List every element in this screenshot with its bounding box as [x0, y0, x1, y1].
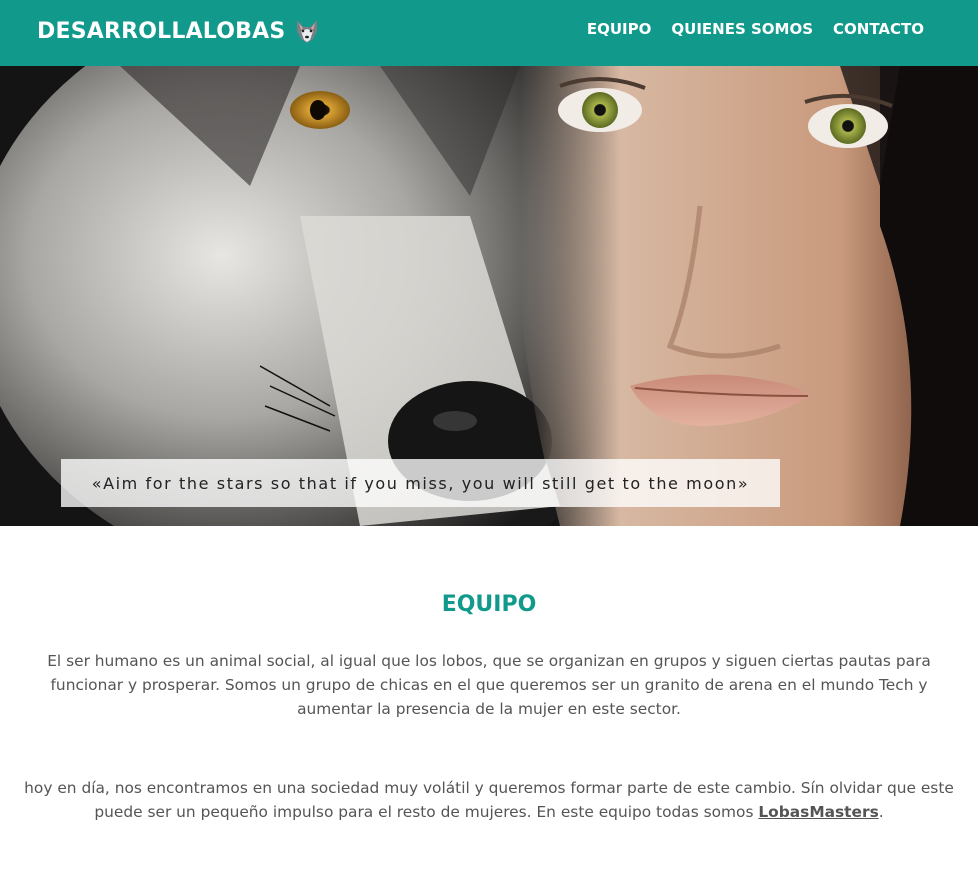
section-title-equipo: EQUIPO — [441, 592, 537, 617]
wolf-icon — [293, 17, 321, 45]
nav-link-equipo[interactable]: EQUIPO — [587, 17, 652, 41]
nav-link-quienes-somos[interactable]: QUIENES SOMOS — [671, 17, 813, 41]
paragraph-2-end: . — [878, 803, 884, 821]
hero-image — [0, 66, 978, 526]
equipo-paragraph-2: hoy en día, nos encontramos en una socie… — [16, 776, 962, 824]
brand-link[interactable]: DESARROLLALOBAS — [37, 13, 321, 49]
navbar: DESARROLLALOBAS EQUIPO QUIENES SOMOS CON… — [0, 0, 978, 66]
lobasmasters-link[interactable]: LobasMasters — [758, 803, 878, 821]
nav-link-contacto[interactable]: CONTACTO — [833, 17, 924, 41]
hero-quote: «Aim for the stars so that if you miss, … — [61, 459, 780, 507]
nav-menu: EQUIPO QUIENES SOMOS CONTACTO — [587, 17, 924, 41]
hero-banner: «Aim for the stars so that if you miss, … — [0, 66, 978, 526]
equipo-paragraph-1: El ser humano es un animal social, al ig… — [47, 652, 931, 718]
brand-name: DESARROLLALOBAS — [37, 18, 286, 44]
